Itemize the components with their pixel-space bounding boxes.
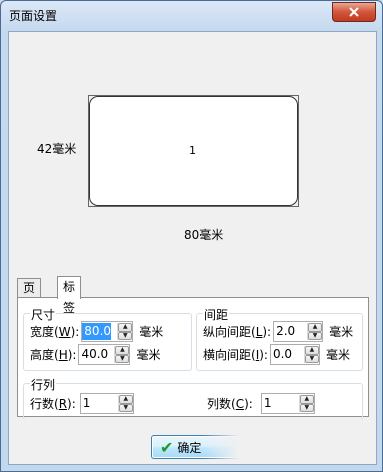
spin-down-icon[interactable]: ▼ [118,403,133,412]
rowcol-group: 行列 行数(R): 1 ▲ ▼ 列数(C): 1 ▲ ▼ [23,376,363,420]
width-spin-buttons[interactable]: ▲ ▼ [117,323,133,340]
rowcol-group-title: 行列 [30,376,57,393]
ok-button-label: 确定 [177,440,202,455]
vertical-spin-buttons[interactable]: ▲ ▼ [307,323,323,340]
rows-spin-buttons[interactable]: ▲ ▼ [117,395,133,412]
rows-row: 行数(R): 1 ▲ ▼ [30,393,134,414]
height-input[interactable]: 40.0 [79,346,108,363]
label-card-text: 1 [189,144,196,157]
cols-label: 列数(C): [207,397,253,411]
spin-up-icon[interactable]: ▲ [308,323,323,332]
vertical-spacing-label: 纵向间距(L): [203,325,272,339]
tab-label[interactable]: 标签 [57,276,82,315]
close-button[interactable] [332,2,376,22]
height-label: 高度(H): [30,348,77,362]
vertical-spacing-row: 纵向间距(L): 2.0 ▲ ▼ 毫米 [203,321,353,342]
rows-label: 行数(R): [30,397,76,411]
label-preview: 1 42毫米 80毫米 [9,32,376,268]
preview-height-label: 42毫米 [37,142,77,156]
spin-down-icon[interactable]: ▼ [304,354,319,363]
horizontal-spacing-input[interactable]: 0.0 [271,346,292,363]
horizontal-spacing-row: 横向间距(I): 0.0 ▲ ▼ 毫米 [203,344,350,365]
label-card: 1 [89,96,298,206]
width-stepper[interactable]: 80.0 ▲ ▼ [81,321,134,342]
spin-down-icon[interactable]: ▼ [115,354,130,363]
width-row: 宽度(W): 80.0 ▲ ▼ 毫米 [30,321,163,342]
spin-down-icon[interactable]: ▼ [118,331,133,340]
tab-page[interactable]: 页面 [17,278,42,314]
cols-row: 列数(C): 1 ▲ ▼ [207,393,315,414]
rows-input[interactable]: 1 [81,395,91,412]
spin-up-icon[interactable]: ▲ [118,395,133,404]
window-title: 页面设置 [9,9,58,23]
width-input[interactable]: 80.0 [82,323,112,340]
horizontal-spacing-stepper[interactable]: 0.0 ▲ ▼ [269,344,320,365]
spin-up-icon[interactable]: ▲ [304,346,319,355]
height-unit: 毫米 [136,348,161,362]
height-stepper[interactable]: 40.0 ▲ ▼ [78,344,131,365]
horizontal-spin-buttons[interactable]: ▲ ▼ [303,346,319,363]
spin-up-icon[interactable]: ▲ [115,346,130,355]
preview-width-label: 80毫米 [184,228,224,242]
vertical-spacing-input[interactable]: 2.0 [274,323,295,340]
close-icon [349,7,359,17]
width-unit: 毫米 [139,325,164,339]
horizontal-spacing-label: 横向间距(I): [203,348,268,362]
spin-up-icon[interactable]: ▲ [118,323,133,332]
spacing-group: 间距 纵向间距(L): 2.0 ▲ ▼ 毫米 横向间距(I): 0.0 ▲ ▼ 毫米 [196,306,363,371]
horizontal-spacing-unit: 毫米 [325,348,350,362]
dialog-client-area: 1 42毫米 80毫米 页面 标签 尺寸 宽度(W): 80.0 ▲▼ 毫米 [8,31,377,465]
spin-up-icon[interactable]: ▲ [299,395,314,404]
cols-spin-buttons[interactable]: ▲ ▼ [298,395,314,412]
spin-down-icon[interactable]: ▼ [299,403,314,412]
vertical-spacing-stepper[interactable]: 2.0 ▲ ▼ [273,321,324,342]
height-row: 高度(H): 40.0 ▲ ▼ 毫米 [30,344,160,365]
height-spin-buttons[interactable]: ▲ ▼ [114,346,130,363]
checkmark-icon: ✔ [160,437,174,457]
blur-overlay [203,433,263,461]
cols-stepper[interactable]: 1 ▲ ▼ [260,393,315,414]
size-group: 尺寸 宽度(W): 80.0 ▲ ▼ 毫米 高度(H): 40.0 ▲ ▼ 毫米 [23,306,192,371]
rows-stepper[interactable]: 1 ▲ ▼ [79,393,134,414]
vertical-spacing-unit: 毫米 [329,325,354,339]
cols-input[interactable]: 1 [262,395,272,412]
spin-down-icon[interactable]: ▼ [308,331,323,340]
page-setup-window: 页面设置 1 42毫米 80毫米 页面 标签 尺寸 宽度(W): [0,0,383,472]
width-label: 宽度(W): [30,325,80,339]
